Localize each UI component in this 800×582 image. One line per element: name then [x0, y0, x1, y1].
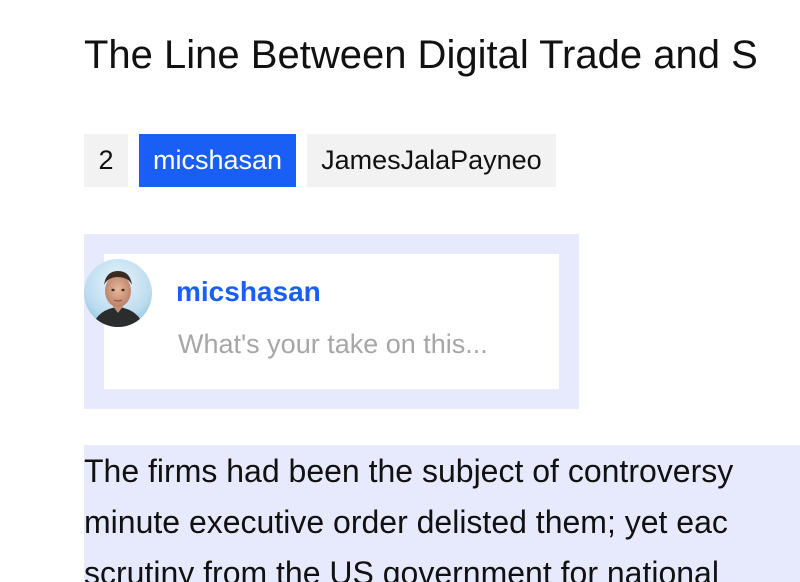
avatar-image	[84, 259, 152, 327]
article-line: The firms had been the subject of contro…	[84, 453, 734, 489]
user-tabs: 2 micshasan JamesJalaPayneo	[84, 134, 556, 187]
article-title: The Line Between Digital Trade and S	[84, 33, 758, 77]
user-tab-other[interactable]: JamesJalaPayneo	[307, 134, 556, 187]
article-body: The firms had been the subject of contro…	[84, 445, 800, 582]
comment-inner-panel	[104, 254, 559, 389]
article-line: minute executive order delisted them; ye…	[84, 504, 728, 540]
avatar	[84, 259, 152, 327]
user-tab-active[interactable]: micshasan	[139, 134, 297, 187]
user-count-badge: 2	[84, 134, 128, 187]
page: The Line Between Digital Trade and S 2 m…	[0, 0, 800, 582]
comment-input[interactable]	[178, 326, 538, 362]
article-line: scrutiny from the US government for nati…	[84, 555, 719, 582]
comment-username: micshasan	[176, 276, 321, 307]
comment-box	[84, 234, 579, 409]
